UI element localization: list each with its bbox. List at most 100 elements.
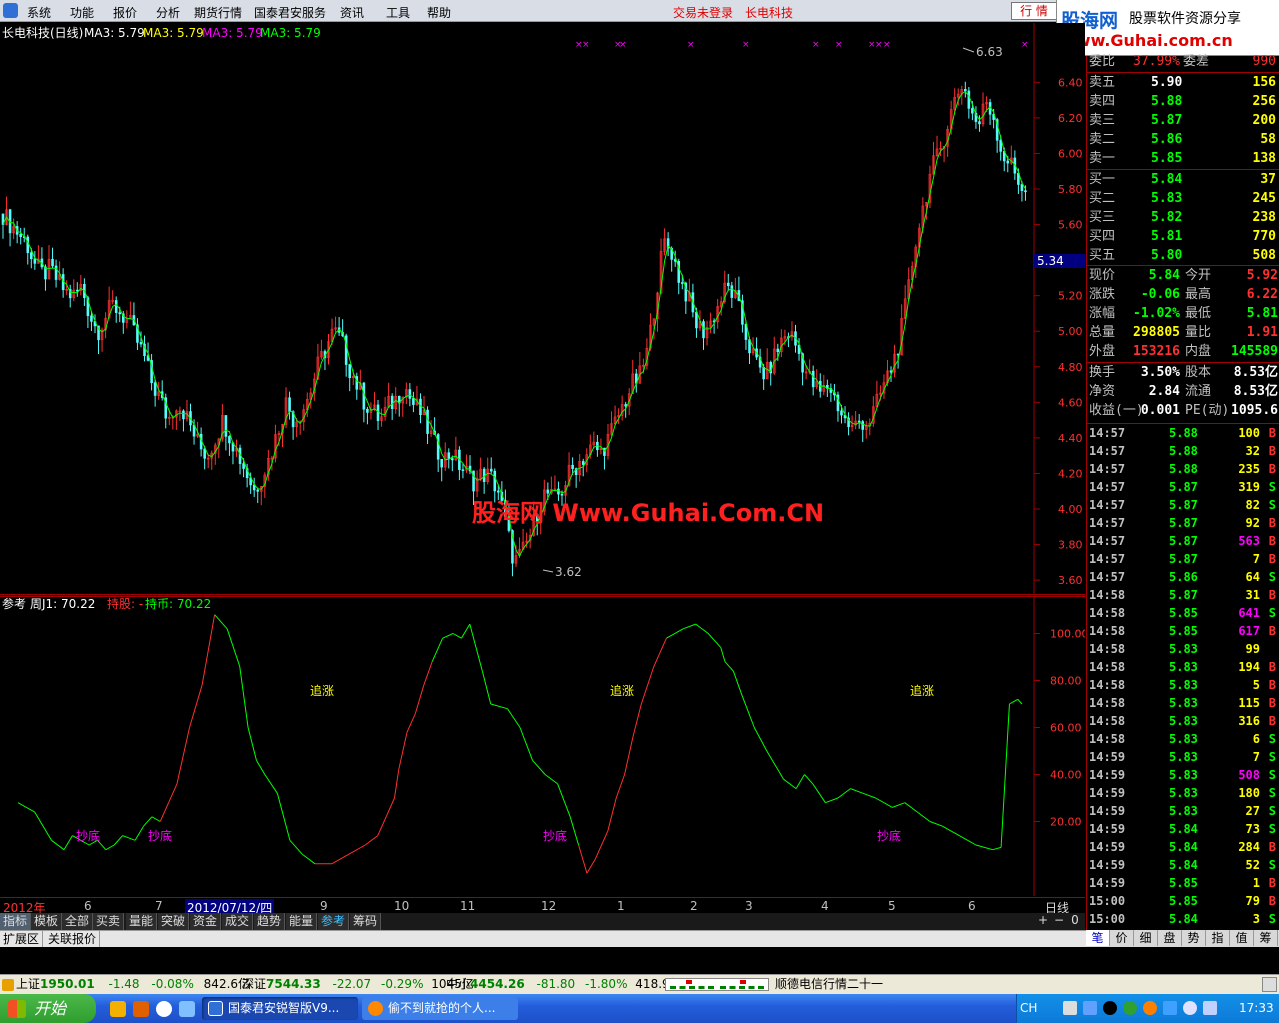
quicklaunch-icon[interactable] <box>110 1001 126 1017</box>
menu-item-system[interactable]: 系统 <box>27 4 51 21</box>
ma-label-1: MA3: 5.79 <box>84 26 145 40</box>
indicator-segment <box>113 835 123 846</box>
price-chart[interactable]: × × ×× × × × × × × × × 3.60 3.80 4.00 4.20 4.40 4.60 4.8… <box>0 23 1085 595</box>
tab-reference[interactable]: 参考 <box>318 913 350 930</box>
taskbar-app-trading[interactable]: 国泰君安锐智版V9... <box>202 997 358 1020</box>
quicklaunch-icon[interactable] <box>133 1001 149 1017</box>
index-pct: -1.80% <box>585 977 628 991</box>
indicator-segment <box>105 844 115 851</box>
candle-body <box>726 282 730 287</box>
tab-volume[interactable]: 量能 <box>126 913 158 930</box>
tray-icon[interactable] <box>1183 1001 1197 1015</box>
quote-tab[interactable]: 笔 <box>1086 930 1110 946</box>
x-label: 7 <box>155 899 163 913</box>
quote-tab[interactable]: 盘 <box>1158 930 1182 946</box>
quicklaunch-icon[interactable] <box>156 1001 172 1017</box>
indicator-segment <box>348 844 366 855</box>
tray-icon[interactable] <box>1143 1001 1157 1015</box>
tick-volume: 27 <box>1245 804 1260 818</box>
tick-side: B <box>1268 714 1276 728</box>
quote-volume: 238 <box>1252 210 1276 225</box>
tick-row: 14:57 5.88 100 B <box>1087 424 1279 442</box>
taskbar-app-browser[interactable]: 偷不到就抢的个人... <box>362 997 518 1020</box>
tray-icon[interactable] <box>1083 1001 1097 1015</box>
tab-extension[interactable]: 扩展区 <box>0 931 44 947</box>
news-ticker[interactable]: 顺德电信行情二十一 <box>775 975 883 994</box>
quote-value: -0.06 <box>1140 287 1180 302</box>
menu-item-news[interactable]: 资讯 <box>340 4 364 21</box>
candle-body <box>33 258 37 264</box>
tab-trend[interactable]: 趋势 <box>254 913 286 930</box>
candle-body <box>999 139 1002 152</box>
index-sh[interactable]: 上证1950.01 -1.48 -0.08% 842.6亿 <box>16 975 250 994</box>
indicator-chart[interactable]: 20.00 40.00 60.00 80.00 100.00 抄底 抄底 抄底 抄底 追涨 追涨 追… <box>0 596 1085 896</box>
index-name: 深证 <box>242 977 267 991</box>
tick-price: 5.84 <box>1169 912 1198 926</box>
tick-row: 14:57 5.87 7 B <box>1087 550 1279 568</box>
status-icon <box>2 979 14 991</box>
quote-tab[interactable]: 细 <box>1134 930 1158 946</box>
quote-tab[interactable]: 势 <box>1182 930 1206 946</box>
tray-icon[interactable] <box>1103 1001 1117 1015</box>
quote-tab[interactable]: 筹 <box>1254 930 1278 946</box>
start-label: 开始 <box>34 999 67 1018</box>
tab-energy[interactable]: 能量 <box>286 913 318 930</box>
candle-body <box>224 415 228 437</box>
tick-side: S <box>1268 570 1276 584</box>
indicator-segment <box>377 816 387 836</box>
quote-button[interactable]: 行 情 <box>1011 2 1057 20</box>
index-value: 4454.26 <box>470 977 525 991</box>
indicator-segment <box>289 839 303 855</box>
tab-indicator[interactable]: 指标 <box>0 913 32 930</box>
tray-icon[interactable] <box>1163 1001 1177 1015</box>
quote-tab[interactable]: 值 <box>1230 930 1254 946</box>
menu-item-futures[interactable]: 期货行情 <box>194 4 242 21</box>
tray-icon[interactable] <box>1063 1001 1077 1015</box>
indicator-segment <box>276 793 291 841</box>
candle-body <box>408 389 412 399</box>
buy-signal-label: 抄底 <box>76 828 100 843</box>
candle-body <box>493 470 497 492</box>
tick-side: B <box>1268 660 1276 674</box>
quote-value: 1095.6 <box>1231 403 1278 418</box>
tick-volume: 64 <box>1245 570 1260 584</box>
candle-body <box>51 258 54 267</box>
close-panel-button[interactable]: 0 <box>1068 913 1082 930</box>
tab-buysell[interactable]: 买卖 <box>93 913 125 930</box>
tab-all[interactable]: 全部 <box>62 913 94 930</box>
menu-item-tools[interactable]: 工具 <box>386 4 410 21</box>
tab-breakout[interactable]: 突破 <box>158 913 190 930</box>
index-sme[interactable]: 中小4454.26 -81.80 -1.80% 418.9亿 <box>446 975 682 994</box>
tick-row: 14:57 5.87 82 S <box>1087 496 1279 514</box>
signal-marker: × <box>812 40 820 50</box>
bid-row: 买四 5.81 770 <box>1087 227 1279 246</box>
menu-item-analysis[interactable]: 分析 <box>156 4 180 21</box>
index-sz[interactable]: 深证7544.33 -22.07 -0.29% 1045亿 <box>242 975 474 994</box>
quote-value: 0.001 <box>1140 403 1180 418</box>
quote-tab[interactable]: 价 <box>1110 930 1134 946</box>
quicklaunch-icon[interactable] <box>179 1001 195 1017</box>
tab-deals[interactable]: 成交 <box>222 913 254 930</box>
menu-item-function[interactable]: 功能 <box>70 4 94 21</box>
start-button[interactable]: 开始 <box>0 994 96 1023</box>
tray-icon[interactable] <box>1203 1001 1217 1015</box>
tray-icon[interactable] <box>1123 1001 1137 1015</box>
menu-item-service[interactable]: 国泰君安服务 <box>254 4 326 21</box>
quote-tab[interactable]: 指 <box>1206 930 1230 946</box>
zoom-out-button[interactable]: − <box>1052 913 1066 930</box>
scroll-right-button[interactable] <box>1262 977 1277 992</box>
menu-item-quote[interactable]: 报价 <box>113 4 137 21</box>
clock[interactable]: 17:33 <box>1239 994 1274 1023</box>
tick-row: 15:00 5.85 79 B <box>1087 892 1279 910</box>
tick-volume: 5 <box>1252 678 1260 692</box>
login-status[interactable]: 交易未登录 <box>673 4 733 21</box>
tab-related-quotes[interactable]: 关联报价 <box>45 931 101 947</box>
tab-chips[interactable]: 筹码 <box>350 913 382 930</box>
tab-funds[interactable]: 资金 <box>190 913 222 930</box>
ask-row: 卖二 5.86 58 <box>1087 130 1279 149</box>
tab-template[interactable]: 模板 <box>31 913 63 930</box>
menu-item-help[interactable]: 帮助 <box>427 4 451 21</box>
zoom-in-button[interactable]: + <box>1036 913 1050 930</box>
ime-indicator[interactable]: CH <box>1020 994 1037 1023</box>
quote-label: 今开 <box>1185 268 1212 283</box>
